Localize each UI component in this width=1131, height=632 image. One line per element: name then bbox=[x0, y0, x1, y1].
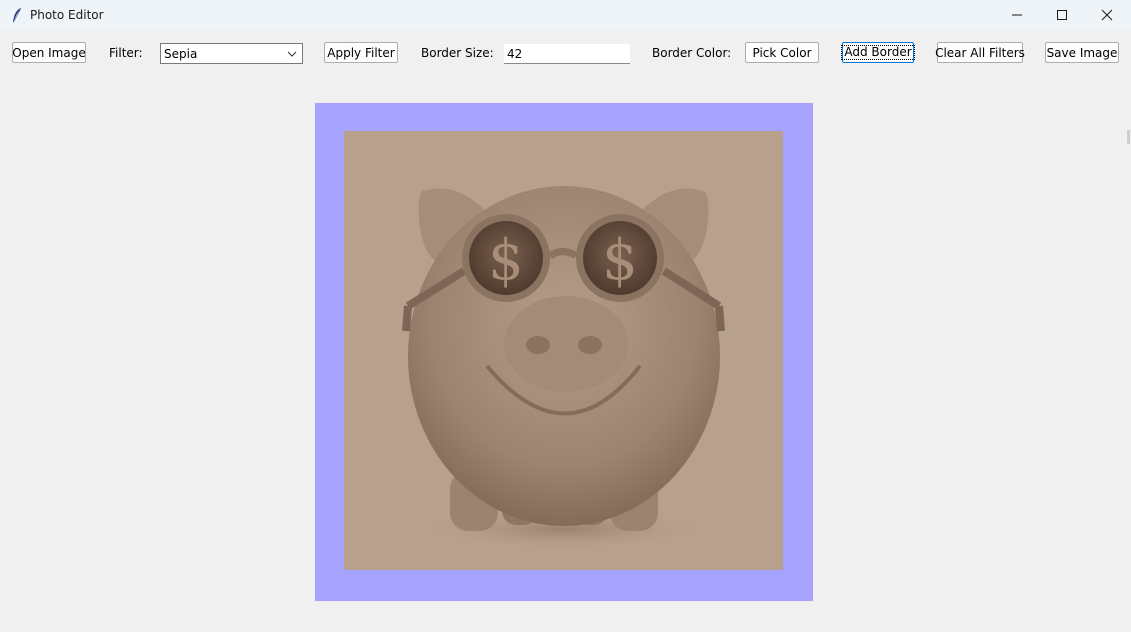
minimize-icon bbox=[1012, 14, 1022, 16]
maximize-icon bbox=[1057, 10, 1067, 20]
photo-image: $ $ bbox=[344, 131, 783, 570]
add-border-label: Add Border bbox=[841, 45, 915, 60]
title-bar[interactable]: Photo Editor bbox=[0, 0, 1131, 30]
chevron-down-icon bbox=[287, 51, 297, 57]
minimize-button[interactable] bbox=[994, 0, 1040, 30]
close-button[interactable] bbox=[1084, 0, 1130, 30]
piggy-bank-illustration: $ $ bbox=[344, 131, 783, 570]
image-border: $ $ bbox=[315, 103, 813, 601]
svg-text:$: $ bbox=[488, 228, 524, 293]
filter-label: Filter: bbox=[109, 46, 143, 60]
border-color-label: Border Color: bbox=[652, 46, 732, 60]
window-edge-marker bbox=[1127, 130, 1130, 144]
close-icon bbox=[1101, 9, 1113, 21]
photo-editor-window: Photo Editor Open Image Filter: Sepia Ap… bbox=[0, 0, 1131, 632]
svg-text:$: $ bbox=[602, 228, 638, 293]
filter-select[interactable]: Sepia bbox=[160, 43, 303, 64]
maximize-button[interactable] bbox=[1039, 0, 1085, 30]
apply-filter-button[interactable]: Apply Filter bbox=[324, 42, 398, 63]
filter-select-value: Sepia bbox=[164, 47, 198, 61]
save-image-button[interactable]: Save Image bbox=[1045, 42, 1119, 63]
open-image-button[interactable]: Open Image bbox=[12, 42, 86, 63]
border-size-input[interactable] bbox=[504, 44, 630, 64]
pick-color-button[interactable]: Pick Color bbox=[745, 42, 819, 63]
clear-all-filters-button[interactable]: Clear All Filters bbox=[935, 42, 1025, 63]
add-border-button[interactable]: Add Border bbox=[841, 42, 915, 63]
window-title: Photo Editor bbox=[30, 8, 104, 22]
feather-icon bbox=[13, 7, 22, 22]
border-size-label: Border Size: bbox=[421, 46, 494, 60]
